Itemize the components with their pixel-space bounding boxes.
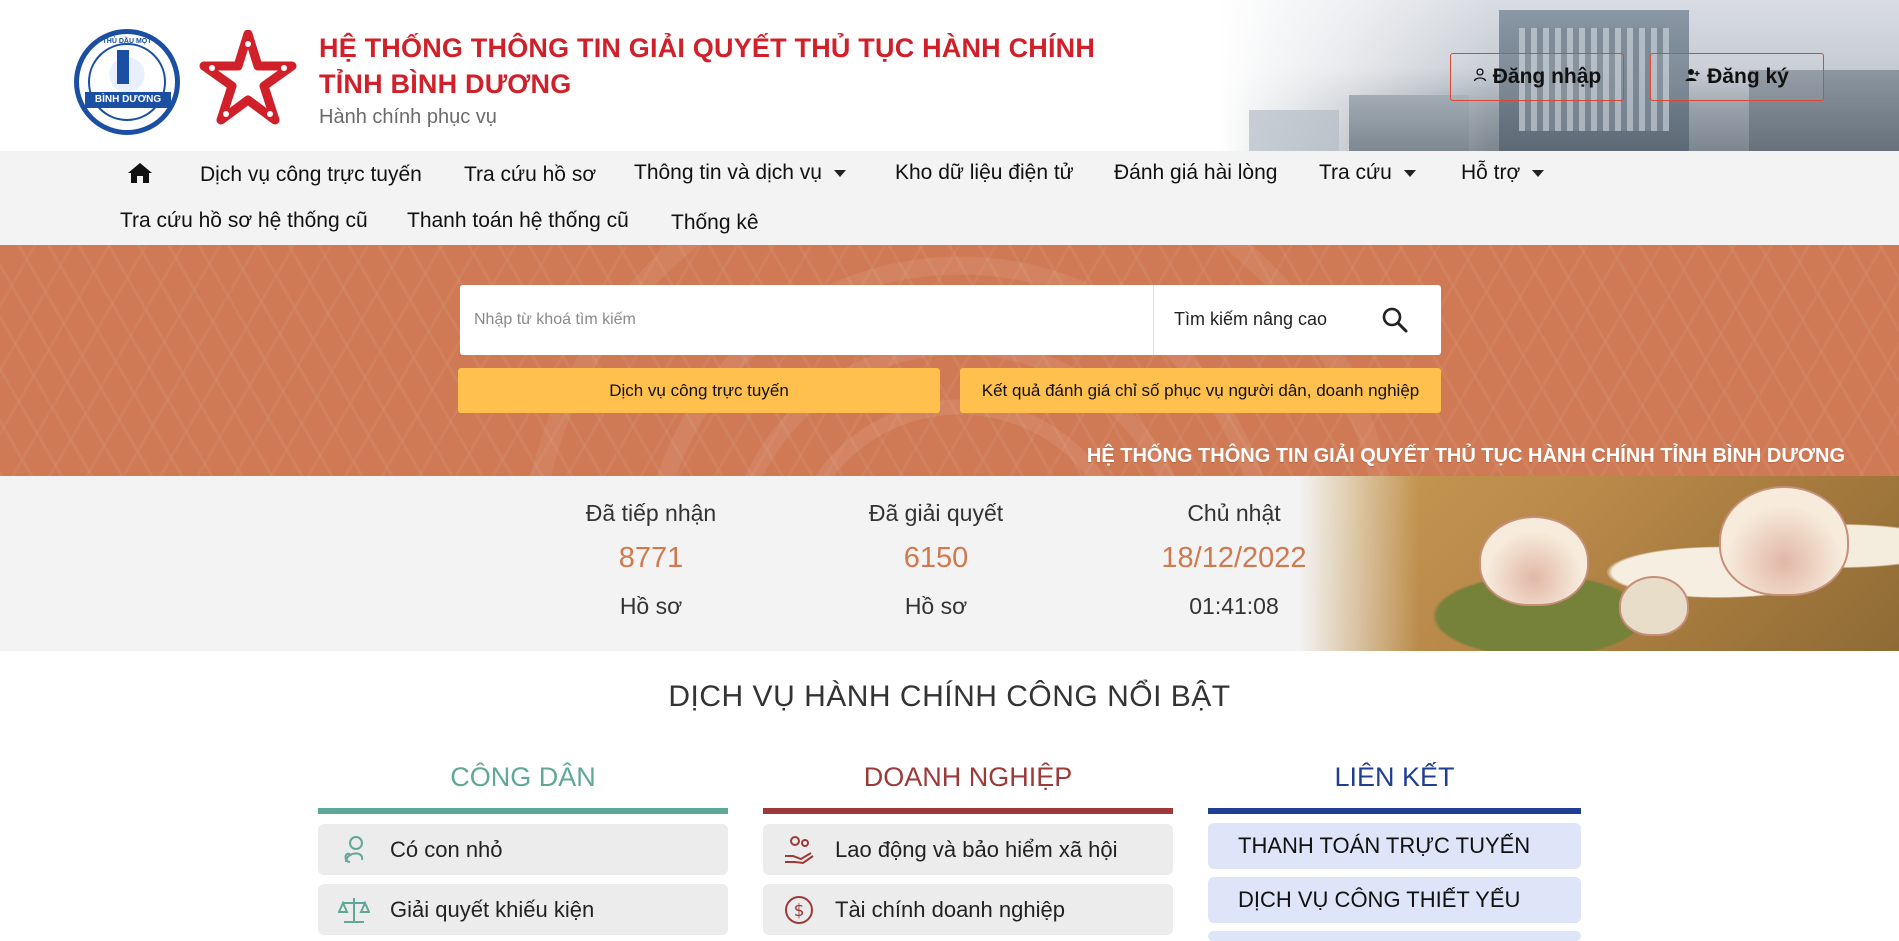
binh-duong-emblem-logo[interactable]: THỦ DẦU MỘT BÌNH DƯƠNG — [74, 29, 180, 135]
link-online-payment[interactable]: THANH TOÁN TRỰC TUYẾN — [1208, 823, 1581, 869]
search-banner: Tìm kiếm nâng cao Dịch vụ công trực tuyế… — [0, 245, 1899, 476]
nav-item-legacy-payment[interactable]: Thanh toán hệ thống cũ — [407, 209, 629, 233]
nav-item-support[interactable]: Hỗ trợ — [1461, 161, 1545, 185]
link-partial-next[interactable] — [1208, 931, 1581, 941]
nav-item-e-data-store[interactable]: Kho dữ liệu điện tử — [895, 161, 1074, 185]
nav-item-info-services[interactable]: Thông tin và dịch vụ — [634, 161, 846, 185]
home-icon[interactable] — [127, 161, 153, 185]
service-item-corporate-finance[interactable]: $ Tài chính doanh nghiệp — [763, 884, 1173, 935]
search-icon[interactable] — [1380, 305, 1410, 335]
service-item-young-children[interactable]: Có con nhỏ — [318, 824, 728, 875]
banner-caption: HỆ THỐNG THÔNG TIN GIẢI QUYẾT THỦ TỤC HÀ… — [1086, 445, 1845, 467]
service-item-labor-insurance[interactable]: Lao động và bảo hiểm xã hội — [763, 824, 1173, 875]
service-item-complaints[interactable]: Giải quyết khiếu kiện — [318, 884, 728, 935]
scales-icon — [336, 892, 372, 928]
public-service-star-logo — [199, 30, 297, 125]
online-services-button[interactable]: Dịch vụ công trực tuyến — [458, 368, 940, 413]
advanced-search-link[interactable]: Tìm kiếm nâng cao — [1174, 309, 1327, 330]
lotus-painting — [1299, 476, 1899, 651]
stat-resolved-value: 6150 — [903, 542, 969, 574]
stat-time-value: 01:41:08 — [1189, 593, 1279, 619]
site-slogan: Hành chính phục vụ — [319, 106, 497, 128]
citizen-column-title: CÔNG DÂN — [450, 762, 596, 792]
baby-icon — [336, 832, 372, 868]
chevron-down-icon — [1532, 169, 1545, 177]
register-button[interactable]: Đăng ký — [1650, 53, 1824, 101]
search-box: Tìm kiếm nâng cao — [460, 285, 1441, 355]
person-icon — [1473, 68, 1487, 86]
main-navigation: Dịch vụ công trực tuyến Tra cứu hồ sơ Th… — [0, 151, 1899, 245]
person-add-icon — [1685, 68, 1701, 86]
stat-date-value: 18/12/2022 — [1161, 542, 1307, 574]
links-column-underline — [1208, 808, 1581, 814]
business-column-underline — [763, 808, 1173, 814]
nav-item-online-services[interactable]: Dịch vụ công trực tuyến — [200, 163, 422, 187]
login-button[interactable]: Đăng nhập — [1450, 53, 1624, 101]
dollar-coin-icon: $ — [781, 892, 817, 928]
bronze-drum-pattern — [0, 245, 1899, 476]
chevron-down-icon — [1403, 169, 1416, 177]
statistics-panel: Đã tiếp nhận 8771 Hồ sơ Đã giải quyết 61… — [0, 476, 1899, 651]
nav-item-statistics[interactable]: Thống kê — [671, 211, 759, 235]
nav-item-lookup-records[interactable]: Tra cứu hồ sơ — [464, 163, 596, 187]
svg-text:$: $ — [794, 901, 805, 921]
nav-item-lookup[interactable]: Tra cứu — [1319, 161, 1416, 185]
citizen-column-underline — [318, 808, 728, 814]
site-title: HỆ THỐNG THÔNG TIN GIẢI QUYẾT THỦ TỤC HÀ… — [319, 33, 1096, 99]
business-column-title: DOANH NGHIỆP — [863, 762, 1073, 792]
nav-item-legacy-lookup[interactable]: Tra cứu hồ sơ hệ thống cũ — [120, 209, 368, 233]
service-evaluation-button[interactable]: Kết quả đánh giá chỉ số phục vụ người dâ… — [960, 368, 1441, 413]
featured-services-title: DỊCH VỤ HÀNH CHÍNH CÔNG NỔI BẬT — [668, 680, 1231, 713]
site-header: THỦ DẦU MỘT BÌNH DƯƠNG HỆ THỐNG THÔNG TI… — [0, 0, 1899, 151]
search-input[interactable] — [474, 285, 1154, 355]
nav-item-satisfaction-rating[interactable]: Đánh giá hài lòng — [1114, 161, 1277, 185]
hand-care-icon — [781, 832, 817, 868]
links-column-title: LIÊN KẾT — [1334, 762, 1455, 792]
stat-received-value: 8771 — [618, 542, 684, 574]
chevron-down-icon — [833, 169, 846, 177]
link-essential-public-services[interactable]: DỊCH VỤ CÔNG THIẾT YẾU — [1208, 877, 1581, 923]
